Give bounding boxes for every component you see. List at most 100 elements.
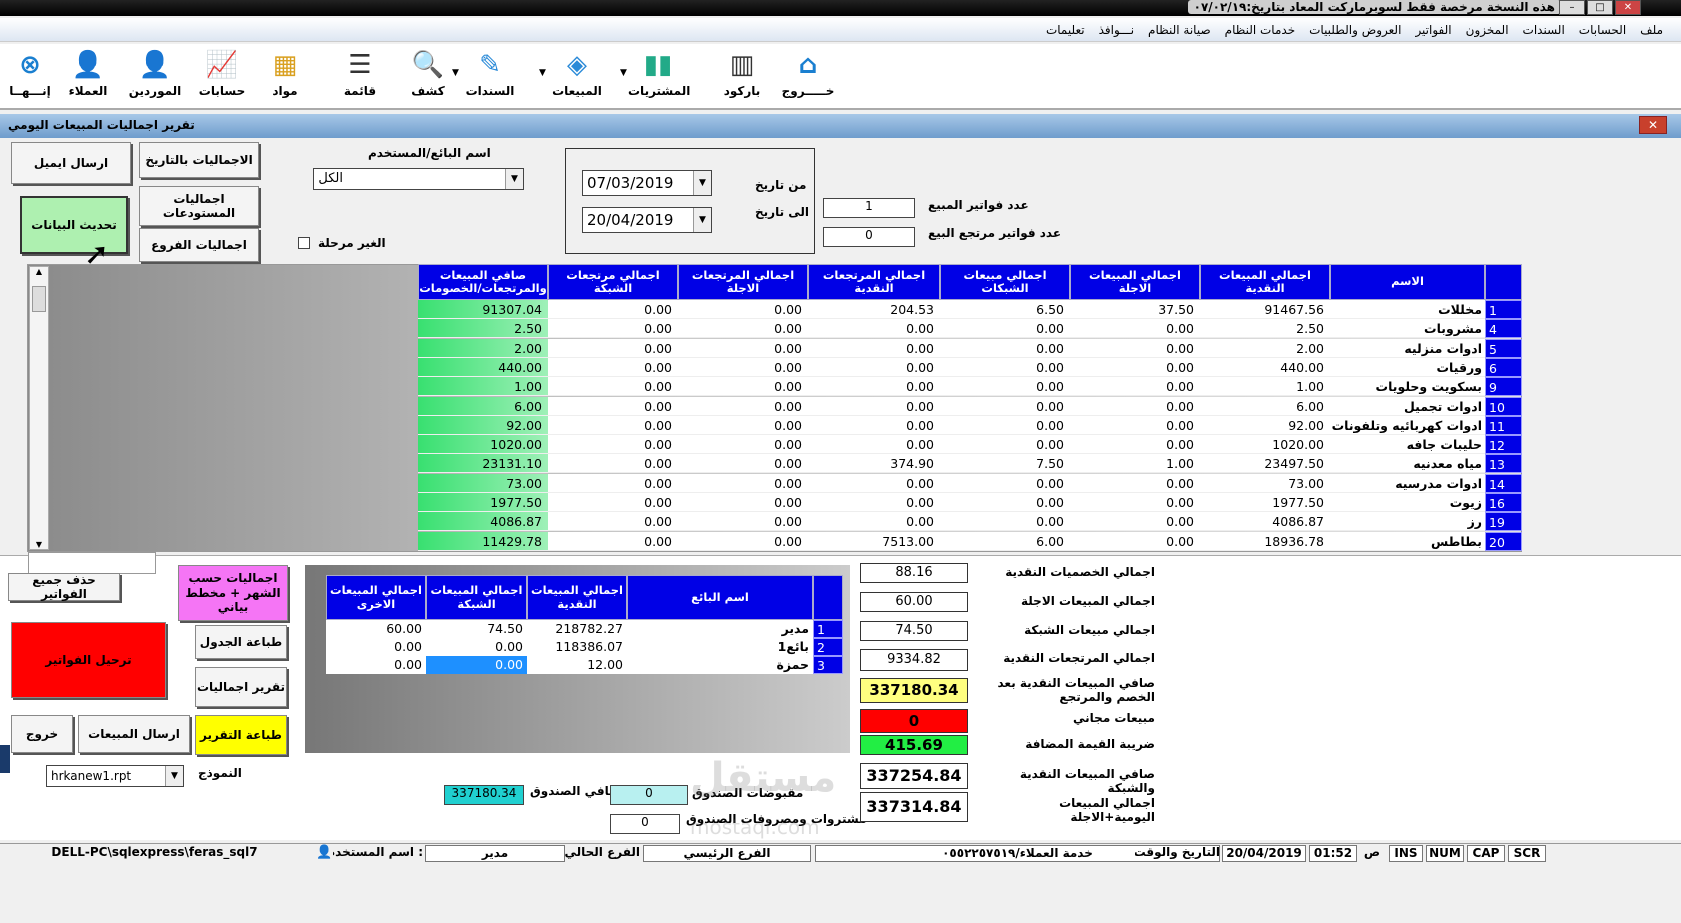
toolbar-button-tag[interactable]: ◈ المبيعات — [547, 48, 607, 98]
main-table-cell[interactable]: 0.00 — [678, 338, 808, 358]
main-table-cell[interactable]: 4 — [1485, 319, 1522, 339]
seller-select[interactable]: الكل ▼ — [313, 168, 524, 190]
print-table-button[interactable]: طباعة الجدول — [195, 625, 287, 659]
main-table-cell[interactable]: 0.00 — [548, 415, 678, 435]
seller-table-cell[interactable]: 0.00 — [426, 656, 527, 674]
main-table-cell[interactable]: ادوات منزليه — [1330, 338, 1485, 358]
toolbar-button-magnifier[interactable]: 🔍 كشف — [398, 48, 458, 98]
main-table-cell[interactable]: 0.00 — [678, 531, 808, 551]
side-tab[interactable] — [0, 745, 10, 773]
chevron-down-icon[interactable]: ▼ — [693, 208, 711, 232]
main-table-header[interactable] — [1485, 264, 1522, 300]
menu-file[interactable]: ملف — [1640, 23, 1663, 37]
main-table-cell[interactable]: 9 — [1485, 377, 1522, 397]
main-table-cell[interactable]: 1.00 — [1200, 377, 1330, 397]
main-table-cell[interactable]: 0.00 — [678, 493, 808, 512]
main-table-cell[interactable]: 0.00 — [1070, 357, 1200, 377]
scroll-up-icon[interactable]: ▲ — [30, 267, 48, 276]
main-table-cell[interactable]: 0.00 — [548, 300, 678, 319]
seller-table-cell[interactable]: 60.00 — [326, 620, 426, 638]
seller-table-header[interactable]: اسم البائع — [627, 575, 813, 620]
main-table-cell[interactable]: 91467.56 — [1200, 300, 1330, 319]
toolbar-button-add-customer[interactable]: 👤 العملاء — [58, 48, 118, 98]
main-table-cell[interactable]: 0.00 — [940, 377, 1070, 397]
main-table-cell[interactable]: 0.00 — [678, 357, 808, 377]
menu-system-services[interactable]: خدمات النظام — [1225, 23, 1295, 37]
menu-maintenance[interactable]: صيانة النظام — [1148, 23, 1211, 37]
send-email-button[interactable]: ارسال ايميل — [11, 142, 131, 184]
main-table-cell[interactable]: 0.00 — [548, 377, 678, 397]
seller-table-header[interactable]: اجمالي المبيعات الشبكة — [426, 575, 527, 620]
main-table-cell[interactable]: 0.00 — [678, 377, 808, 397]
main-table-cell[interactable]: مشروبات — [1330, 319, 1485, 339]
main-table-cell[interactable]: ادوات كهربائيه وتلفونات — [1330, 415, 1485, 435]
main-table-cell[interactable]: 440.00 — [418, 357, 548, 377]
monthly-chart-button[interactable]: اجماليات حسب الشهر + مخطط بياني — [178, 565, 288, 621]
menu-offers[interactable]: العروض والطلبيات — [1309, 23, 1401, 37]
main-table-header[interactable]: اجمالي المرتجعات الاجلة — [678, 264, 808, 300]
main-table-cell[interactable]: 0.00 — [1070, 377, 1200, 397]
main-table-cell[interactable]: 1020.00 — [418, 435, 548, 455]
main-table-cell[interactable]: 0.00 — [548, 493, 678, 512]
main-table-cell[interactable]: 374.90 — [808, 454, 940, 474]
menu-invoices[interactable]: الفواتير — [1415, 23, 1451, 37]
main-table-cell[interactable]: 2.00 — [418, 338, 548, 358]
main-table-cell[interactable]: 92.00 — [1200, 415, 1330, 435]
main-table-cell[interactable]: 0.00 — [808, 338, 940, 358]
delete-all-invoices-button[interactable]: حذف جميع الفواتير — [8, 573, 120, 601]
main-table-header[interactable]: الاسم — [1330, 264, 1485, 300]
main-table-cell[interactable]: 204.53 — [808, 300, 940, 319]
main-table-cell[interactable]: 0.00 — [1070, 338, 1200, 358]
toolbar-button-close-circle[interactable]: ⊗ إنـــهــا — [0, 48, 60, 98]
seller-table-cell[interactable]: 2 — [813, 638, 843, 656]
main-table-cell[interactable]: 6.00 — [940, 531, 1070, 551]
scroll-down-icon[interactable]: ▼ — [30, 540, 48, 549]
post-invoices-button[interactable]: ترحيل الفواتير — [11, 622, 166, 698]
print-report-button[interactable]: طباعة التقرير — [195, 715, 287, 755]
main-table-cell[interactable]: بسكويت وحلويات — [1330, 377, 1485, 397]
main-table-cell[interactable]: 1020.00 — [1200, 435, 1330, 455]
main-table-cell[interactable]: 13 — [1485, 454, 1522, 474]
main-table-cell[interactable]: 0.00 — [1070, 319, 1200, 339]
main-table-cell[interactable]: 0.00 — [548, 338, 678, 358]
to-date-picker[interactable]: 20/04/2019 ▼ — [582, 207, 712, 233]
chevron-down-icon[interactable]: ▼ — [693, 171, 711, 195]
main-table-cell[interactable]: 6.00 — [418, 396, 548, 416]
main-table-cell[interactable]: ادوات مدرسيه — [1330, 473, 1485, 493]
menu-vouchers[interactable]: السندات — [1523, 23, 1565, 37]
main-table-cell[interactable]: 0.00 — [548, 435, 678, 455]
totals-by-date-button[interactable]: الاجماليات بالتاريخ — [139, 142, 259, 178]
main-table-cell[interactable]: 19 — [1485, 512, 1522, 532]
main-table-cell[interactable]: 0.00 — [548, 357, 678, 377]
from-date-picker[interactable]: 07/03/2019 ▼ — [582, 170, 712, 196]
main-table-cell[interactable]: ورقيات — [1330, 357, 1485, 377]
main-table-cell[interactable]: 0.00 — [1070, 435, 1200, 455]
toolbar-button-chart-board[interactable]: 📈 حسابات — [192, 48, 252, 98]
main-table-header[interactable]: اجمالي المرتجعات النقدية — [808, 264, 940, 300]
main-table-cell[interactable]: 16 — [1485, 493, 1522, 512]
main-table-cell[interactable]: 0.00 — [1070, 415, 1200, 435]
main-table-cell[interactable]: 7.50 — [940, 454, 1070, 474]
main-table-cell[interactable]: 0.00 — [678, 396, 808, 416]
seller-table-cell[interactable]: 218782.27 — [527, 620, 627, 638]
chevron-down-icon[interactable]: ▼ — [165, 766, 183, 786]
main-table-cell[interactable]: 4086.87 — [418, 512, 548, 532]
seller-table-cell[interactable]: 12.00 — [527, 656, 627, 674]
toolbar-button-home[interactable]: ⌂ خـــــروج — [778, 48, 838, 98]
main-table-cell[interactable]: 0.00 — [940, 338, 1070, 358]
window-close-button[interactable]: ✕ — [1615, 0, 1641, 15]
main-table-cell[interactable]: 0.00 — [678, 319, 808, 339]
main-table-cell[interactable]: 23131.10 — [418, 454, 548, 474]
seller-table-cell[interactable]: 1 — [813, 620, 843, 638]
seller-table-header[interactable]: اجمالي المبيعات الاخرى — [326, 575, 426, 620]
main-table-cell[interactable]: 0.00 — [940, 493, 1070, 512]
main-table-header[interactable]: اجمالي مرتجعات الشبكة — [548, 264, 678, 300]
main-table-cell[interactable]: 0.00 — [940, 319, 1070, 339]
toolbar-button-books[interactable]: ▮▮ المشتريات — [628, 48, 690, 98]
main-table-cell[interactable]: 1 — [1485, 300, 1522, 319]
scroll-thumb[interactable] — [32, 286, 46, 312]
main-table-cell[interactable]: 6.50 — [940, 300, 1070, 319]
main-table-cell[interactable]: 14 — [1485, 473, 1522, 493]
seller-table-header[interactable] — [813, 575, 843, 620]
main-table-cell[interactable]: 2.00 — [1200, 338, 1330, 358]
